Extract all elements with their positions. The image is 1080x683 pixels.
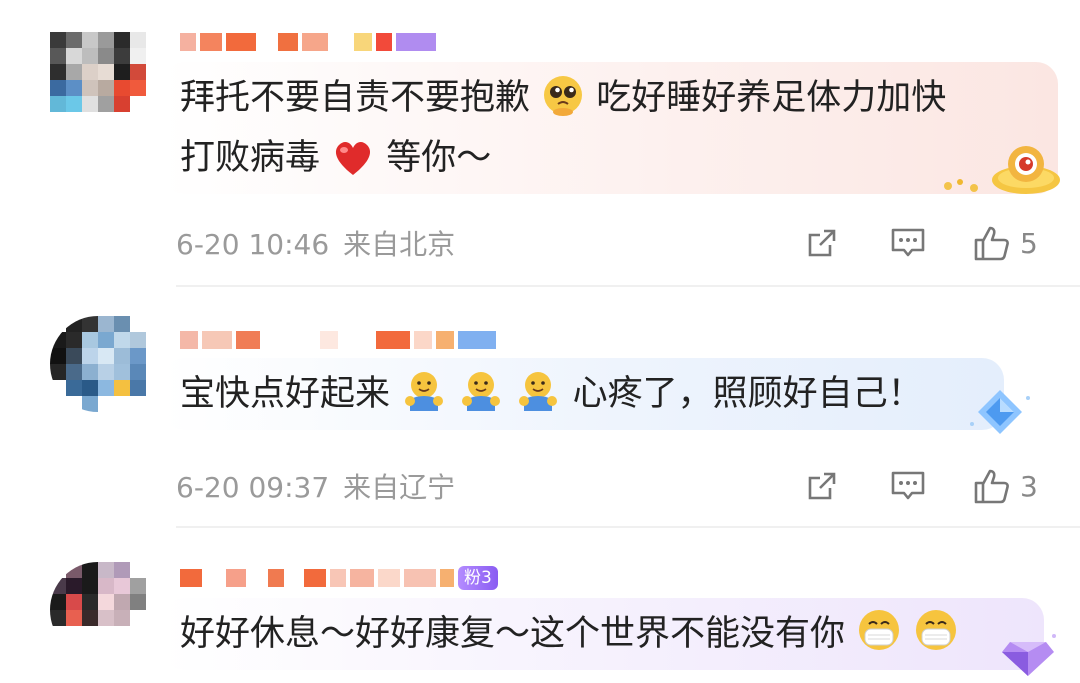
avatar[interactable] — [50, 562, 146, 658]
pleading-face-emoji-icon — [544, 76, 583, 116]
avatar[interactable] — [50, 316, 146, 412]
comment-text: 打败病毒 — [180, 138, 321, 178]
comment-text: 宝快点好起来 — [180, 374, 391, 414]
comment-date: 6-20 10:46 — [176, 228, 330, 261]
purple-gem-decoration-icon — [1002, 634, 1056, 676]
like-button[interactable] — [972, 466, 1012, 506]
username-redacted[interactable] — [180, 32, 436, 52]
comment-bubble: 拜托不要自责不要抱歉 吃好睡好养足体力加快 打败病毒 等你～ — [162, 62, 1058, 194]
thumbs-up-icon — [974, 469, 1009, 504]
face-with-mask-emoji-icon — [916, 610, 957, 650]
comment-date: 6-20 09:37 — [176, 471, 330, 504]
comment-bubble: 宝快点好起来 心疼了，照顾好自己！ — [162, 358, 1004, 430]
share-icon — [808, 472, 836, 500]
comment-text: 等你～ — [386, 138, 492, 178]
comment-bubble: 好好休息～好好康复～这个世界不能没有你 — [162, 598, 1044, 670]
like-count: 5 — [1020, 226, 1038, 260]
like-count: 3 — [1020, 469, 1038, 503]
comment-actions: 3 — [802, 466, 1040, 506]
username-redacted[interactable]: 粉3 — [180, 566, 498, 590]
face-with-mask-emoji-icon — [859, 610, 900, 650]
thumbs-up-icon — [974, 226, 1009, 261]
blue-diamond-decoration-icon — [970, 390, 1030, 434]
comment-text: 好好休息～好好康复～这个世界不能没有你 — [180, 614, 846, 654]
hug-emoji-icon — [462, 372, 501, 411]
comment-location: 来自北京 — [343, 228, 456, 261]
comment-divider — [176, 285, 1080, 287]
comment-location: 来自辽宁 — [343, 471, 456, 504]
comment-text: 吃好睡好养足体力加快 — [596, 78, 947, 118]
gold-character-decoration-icon — [944, 146, 1060, 194]
share-icon — [808, 229, 836, 257]
comment-actions: 5 — [802, 223, 1040, 263]
comment-icon — [891, 228, 925, 257]
comment-divider — [176, 526, 1080, 528]
like-button[interactable] — [972, 223, 1012, 263]
comment-icon — [891, 471, 925, 500]
reply-button[interactable] — [888, 466, 928, 506]
comment-text: 拜托不要自责不要抱歉 — [180, 78, 531, 118]
hug-emoji-icon — [519, 372, 558, 411]
red-heart-emoji-icon — [336, 141, 371, 175]
comment-meta: 6-20 10:46 来自北京 — [176, 223, 455, 263]
share-button[interactable] — [802, 466, 842, 506]
hug-emoji-icon — [405, 372, 444, 411]
avatar[interactable] — [50, 32, 146, 128]
comment-meta: 6-20 09:37 来自辽宁 — [176, 466, 455, 506]
fan-level-badge: 粉3 — [458, 566, 498, 590]
reply-button[interactable] — [888, 223, 928, 263]
share-button[interactable] — [802, 223, 842, 263]
username-redacted[interactable] — [180, 330, 496, 350]
comment-text: 心疼了，照顾好自己！ — [572, 374, 923, 414]
